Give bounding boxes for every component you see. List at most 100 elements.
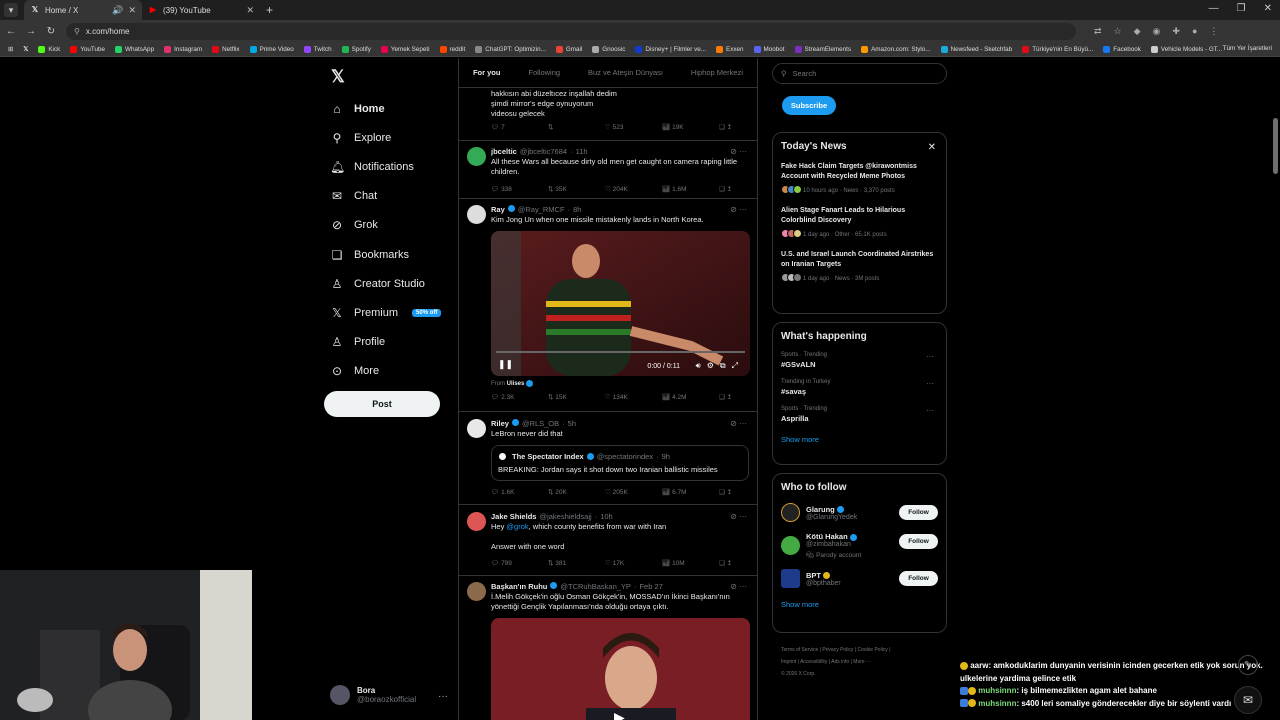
bookmark[interactable]: Moobot — [753, 45, 785, 53]
star-icon[interactable]: ☆ — [1114, 26, 1122, 37]
reply-button[interactable]: 💬︎ 799 — [491, 559, 548, 567]
grok-compose-icon[interactable]: ✎ — [1238, 655, 1258, 675]
sidebar-item-grok[interactable]: ⊘ Grok — [330, 211, 441, 240]
translate-icon[interactable]: ⇄ — [1094, 26, 1102, 37]
close-icon[interactable]: ✕ — [928, 142, 936, 153]
footer-link[interactable]: Accessibility — [800, 659, 827, 665]
trend-item[interactable]: Sports · Trending Asprilla ··· — [781, 406, 938, 423]
follow-button[interactable]: Follow — [899, 571, 938, 586]
more-dots-icon[interactable]: ⊘ ··· — [730, 205, 747, 214]
bookmark-share[interactable]: ❏ ↥ — [719, 559, 749, 567]
extension-icon[interactable]: ◉ — [1153, 26, 1161, 37]
sidebar-item-explore[interactable]: ⚲ Explore — [330, 123, 441, 152]
avatar[interactable] — [467, 512, 486, 531]
tweet[interactable]: jbceltic @jbceltic7684 · 11h ⊘ ··· All thes… — [459, 141, 757, 199]
close-tab-icon[interactable]: ✕ — [246, 5, 254, 16]
bookmark[interactable]: YouTube — [70, 45, 105, 53]
repost-button[interactable]: ⇅ 35K — [548, 185, 605, 193]
show-more-link[interactable]: Show more — [781, 435, 938, 444]
video-controls[interactable]: 🔊︎⚙⧉⤢ — [696, 361, 744, 371]
views-button[interactable]: 📊︎ 4.2M — [662, 393, 719, 401]
footer-link[interactable]: More ··· — [853, 659, 871, 665]
trend-item[interactable]: Sports · Trending #GSvALN ··· — [781, 352, 938, 369]
minimize-icon[interactable]: — — [1209, 3, 1219, 14]
tab-list[interactable]: Buz ve Ateşin Dünyası — [588, 68, 663, 77]
repost-button[interactable]: ⇅ — [548, 123, 605, 131]
browser-tab-youtube[interactable]: ▶ (39) YouTube ✕ — [142, 0, 260, 20]
bookmark[interactable]: Disney+ | Filmler ve... — [635, 45, 706, 53]
sidebar-item-home[interactable]: ⌂ Home — [330, 94, 441, 123]
news-item[interactable]: Fake Hack Claim Targets @kirawontmiss Ac… — [781, 162, 938, 196]
repost-button[interactable]: ⇅ 20K — [548, 488, 605, 496]
tab-search-dropdown[interactable]: ▾ — [4, 3, 18, 17]
sidebar-item-profile[interactable]: ♙ Profile — [330, 328, 441, 357]
footer-link[interactable]: Ads info — [831, 659, 849, 665]
avatar[interactable] — [467, 147, 486, 166]
news-item[interactable]: Alien Stage Fanart Leads to Hilarious Co… — [781, 206, 938, 240]
more-dots-icon[interactable]: ··· — [438, 691, 448, 702]
bookmark-share[interactable]: ❏ ↥ — [719, 185, 749, 193]
bookmark-x[interactable]: 𝕏 — [23, 46, 28, 53]
bookmark[interactable]: Vehicle Models - GT... — [1150, 45, 1222, 53]
all-bookmarks[interactable]: Tüm Yer İşaretleri — [1223, 45, 1272, 52]
views-button[interactable]: 📊︎ 1.6M — [662, 185, 719, 193]
bookmark[interactable]: Prime Video — [249, 45, 294, 53]
bookmark[interactable]: reddit — [439, 45, 465, 53]
bookmark[interactable]: Exxen — [716, 45, 744, 53]
trend-item[interactable]: Trending in Turkey #savaş ··· — [781, 379, 938, 396]
tab-for-you[interactable]: For you — [473, 68, 501, 77]
tweet[interactable]: Riley @RLS_OB · 5h ⊘ ··· LeBron never did t… — [459, 413, 757, 505]
bookmark[interactable]: StreamElements — [794, 45, 851, 53]
tab-list[interactable]: Hiphop Merkezi — [691, 68, 743, 77]
bookmark[interactable]: Yemek Sepeti — [380, 45, 430, 53]
avatar[interactable] — [467, 582, 486, 601]
tweet[interactable]: Jake Shields @jakeshieldsajj · 10h ⊘ ··· He… — [459, 506, 757, 576]
reply-button[interactable]: 💬︎ 338 — [491, 185, 548, 193]
subscribe-button[interactable]: Subscribe — [782, 96, 836, 115]
bookmark[interactable]: Gmail — [555, 45, 582, 53]
account-switcher[interactable]: Bora @boraozkofficial — [330, 685, 416, 705]
bookmark[interactable]: WhatsApp — [115, 45, 154, 53]
sidebar-item-premium[interactable]: 𝕏 Premium 50% off — [330, 298, 442, 327]
x-logo-icon[interactable]: 𝕏 — [331, 67, 345, 87]
bookmark[interactable]: Newsfeed - Sketchfab — [940, 45, 1012, 53]
bookmark[interactable]: Gnoosic — [592, 45, 625, 53]
bookmark-share[interactable]: ❏ ↥ — [719, 488, 749, 496]
tab-following[interactable]: Following — [528, 68, 560, 77]
bookmark[interactable]: Kick — [38, 45, 60, 53]
reply-button[interactable]: 💬︎ 2.3K — [491, 393, 548, 401]
back-icon[interactable]: ← — [6, 26, 16, 37]
like-button[interactable]: ♡ 205K — [605, 488, 662, 496]
like-button[interactable]: ♡ 523 — [605, 123, 662, 131]
pause-icon[interactable]: ❚❚ — [498, 359, 513, 370]
sidebar-item-creator-studio[interactable]: ♙ Creator Studio — [330, 269, 441, 298]
avatar[interactable] — [467, 205, 486, 224]
bookmark[interactable]: Twitch — [303, 45, 332, 53]
forward-icon[interactable]: → — [26, 26, 36, 37]
footer-link[interactable]: Imprint — [781, 659, 796, 665]
more-dots-icon[interactable]: ⊘ ··· — [730, 419, 747, 428]
more-dots-icon[interactable]: ··· — [926, 352, 934, 361]
menu-icon[interactable]: ⋮ — [1209, 26, 1218, 37]
new-tab-button[interactable]: + — [266, 3, 273, 17]
speaker-icon[interactable]: 🔊 — [112, 5, 123, 16]
more-dots-icon[interactable]: ⊘ ··· — [730, 512, 747, 521]
bookmark[interactable]: ChatGPT: Optimizin... — [475, 45, 546, 53]
more-dots-icon[interactable]: ⊘ ··· — [730, 147, 747, 156]
news-item[interactable]: U.S. and Israel Launch Coordinated Airst… — [781, 250, 938, 284]
sidebar-item-chat[interactable]: ✉ Chat — [330, 182, 441, 211]
like-button[interactable]: ♡ 134K — [605, 393, 662, 401]
footer-link[interactable]: Privacy Policy — [822, 647, 853, 653]
reply-button[interactable]: 💬︎ 1.6K — [491, 488, 548, 496]
like-button[interactable]: ♡ 17K — [605, 559, 662, 567]
sidebar-item-bookmarks[interactable]: ❏ Bookmarks — [330, 240, 441, 269]
video-player[interactable]: ▶ — [491, 618, 750, 720]
play-icon[interactable]: ▶ — [614, 709, 625, 720]
bookmark[interactable]: Türkiye'nin En Büyü... — [1022, 45, 1093, 53]
messages-drawer-icon[interactable]: ✉ — [1234, 686, 1262, 714]
bookmark[interactable]: Spotify — [341, 45, 371, 53]
profile-icon[interactable]: ● — [1192, 26, 1197, 37]
page-scrollbar[interactable] — [1273, 118, 1278, 174]
address-bar[interactable]: ⚲ x.com/home — [66, 22, 1076, 40]
more-dots-icon[interactable]: ··· — [926, 406, 934, 415]
